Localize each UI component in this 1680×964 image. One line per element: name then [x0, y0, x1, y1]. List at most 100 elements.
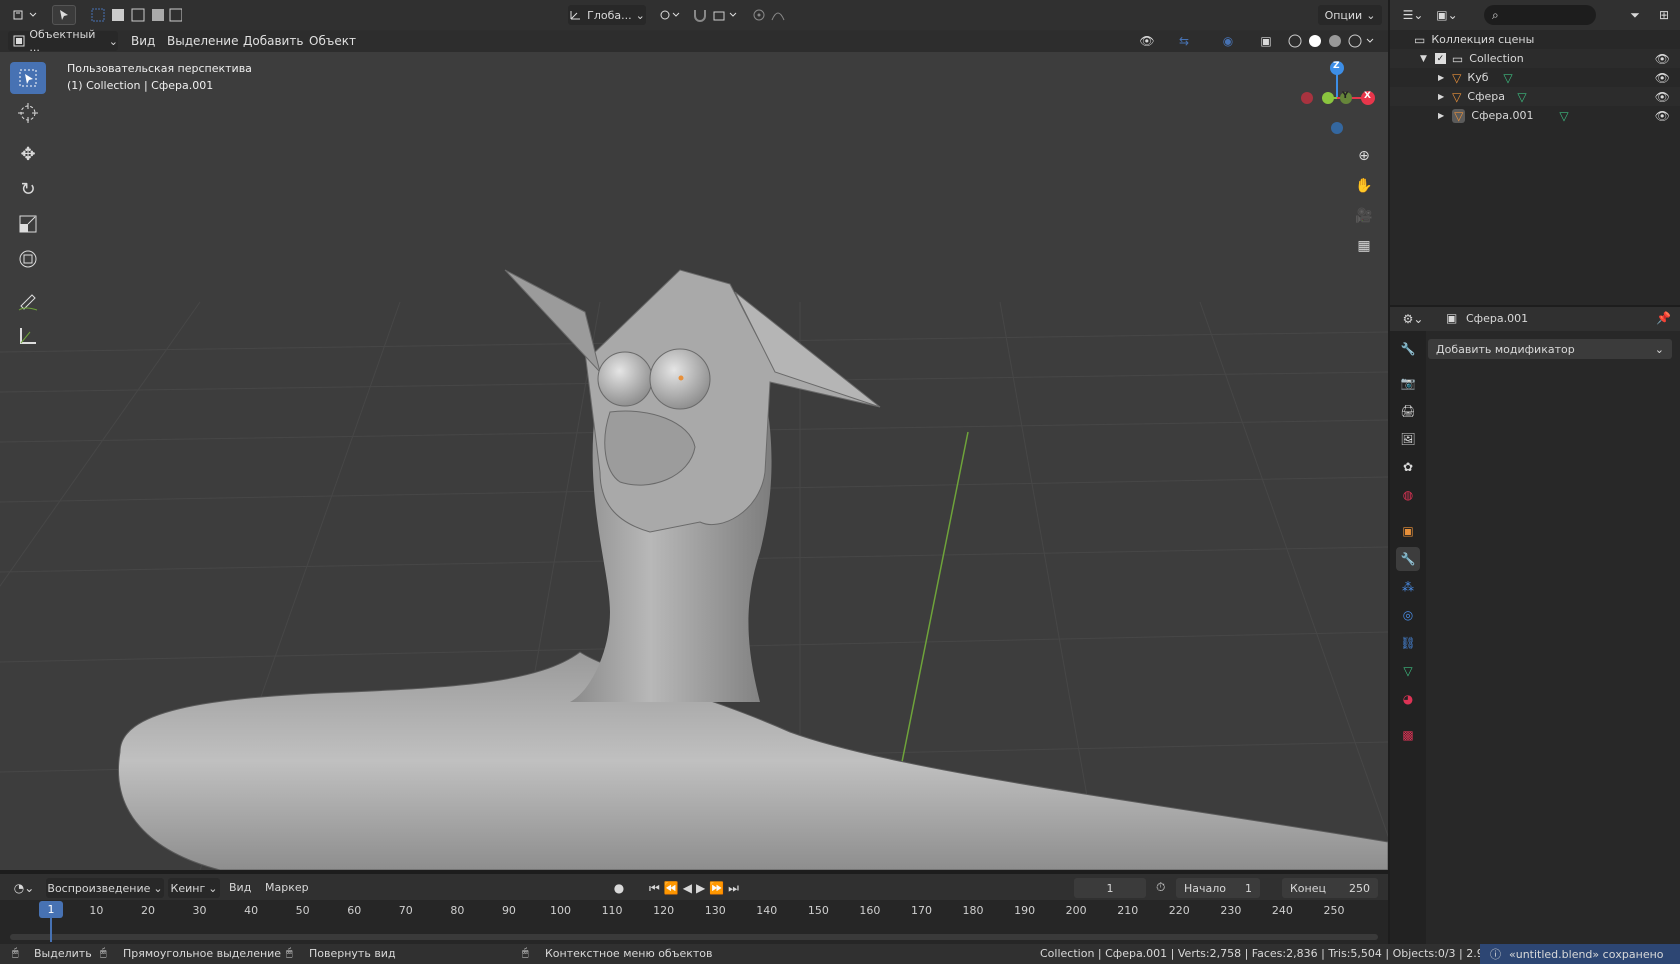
timeline-menu-view[interactable]: Вид: [229, 881, 251, 894]
menu-add[interactable]: Добавить: [243, 34, 303, 48]
end-frame-field[interactable]: Конец 250: [1282, 878, 1378, 898]
checkbox-icon[interactable]: ✓: [1434, 53, 1446, 64]
tab-modifiers[interactable]: 🔧: [1396, 547, 1420, 571]
tab-tool[interactable]: 🔧: [1396, 337, 1420, 361]
outliner-search[interactable]: ⌕: [1484, 5, 1596, 25]
tool-transform[interactable]: [10, 243, 46, 275]
tool-rotate[interactable]: ↻: [10, 173, 46, 205]
tool-annotate[interactable]: [10, 285, 46, 317]
xray-toggle[interactable]: ▣: [1256, 31, 1276, 51]
timeline-tick: 60: [347, 904, 362, 917]
eye-icon[interactable]: 👁: [1655, 52, 1670, 66]
orientation-label: Глоба...: [587, 8, 632, 22]
current-frame-field[interactable]: 1: [1074, 878, 1146, 898]
tool-move[interactable]: ✥: [10, 138, 46, 170]
outliner-item-sphere-001[interactable]: ▶ ▽ Сфера.001 ▽ 👁: [1390, 106, 1680, 125]
physics-icon: ◎: [1402, 608, 1414, 622]
stopwatch-icon[interactable]: ⏱: [1156, 880, 1165, 895]
ortho-toggle-button[interactable]: ▦: [1351, 233, 1377, 259]
navigation-gizmo[interactable]: Z Y X: [1290, 56, 1380, 136]
scene-statistics: Collection | Сфера.001 | Verts:2,758 | F…: [1040, 947, 1502, 960]
menu-view[interactable]: Вид: [131, 34, 155, 48]
display-mode-icon: ▣⌄: [1436, 8, 1458, 22]
outliner-item-sphere[interactable]: ▶ ▽ Сфера ▽ 👁: [1390, 87, 1680, 106]
timeline-menu-marker[interactable]: Маркер: [265, 881, 309, 894]
keying-menu[interactable]: Кеинг ⌄: [168, 878, 220, 898]
chevron-down-icon: ⌄: [153, 881, 163, 895]
outliner-item-cube[interactable]: ▶ ▽ Куб ▽ 👁: [1390, 68, 1680, 87]
timeline-tick: 50: [295, 904, 310, 917]
tab-particles[interactable]: ⁂: [1396, 575, 1420, 599]
timeline-tick: 120: [653, 904, 675, 917]
z-axis-label: Z: [1333, 61, 1340, 71]
status-bar: 🖱 Выделить 🖱 Прямоугольное выделение 🖱 П…: [0, 944, 1680, 964]
tab-object[interactable]: ▣: [1396, 519, 1420, 543]
scene-collection-row[interactable]: ▭ Коллекция сцены: [1390, 30, 1680, 49]
timeline-tick: 90: [501, 904, 516, 917]
tool-cursor[interactable]: [10, 97, 46, 129]
new-collection-button[interactable]: ⊞: [1654, 5, 1674, 25]
add-modifier-dropdown[interactable]: Добавить модификатор ⌄: [1428, 339, 1672, 359]
outliner-editor-type[interactable]: ☰⌄: [1398, 5, 1428, 25]
pin-icon[interactable]: 📌: [1656, 311, 1671, 325]
tab-render[interactable]: 📷: [1396, 371, 1420, 395]
tool-select-box[interactable]: [10, 62, 46, 94]
ruler-icon: [20, 328, 36, 344]
cursor-icon: [18, 103, 38, 123]
timeline-tick: 40: [244, 904, 259, 917]
tab-scene[interactable]: ✿: [1396, 455, 1420, 479]
snap-button[interactable]: [690, 5, 742, 25]
mesh-object-icon: ▽: [1452, 70, 1462, 85]
playhead[interactable]: 1: [39, 901, 63, 918]
start-frame-field[interactable]: Начало 1: [1176, 878, 1260, 898]
proportional-edit-button[interactable]: [750, 5, 796, 25]
info-icon: ⓘ: [1490, 948, 1501, 961]
tab-texture[interactable]: ▩: [1396, 723, 1420, 747]
mode-dropdown[interactable]: Объектный ... ⌄: [8, 28, 118, 54]
tab-physics[interactable]: ◎: [1396, 603, 1420, 627]
expand-arrow-icon: ▼: [1420, 53, 1427, 64]
left-eye: [597, 351, 653, 407]
display-mode-button[interactable]: ▣⌄: [1432, 5, 1462, 25]
menu-object[interactable]: Объект: [309, 34, 356, 48]
playback-menu[interactable]: Воспроизведение ⌄: [46, 878, 164, 898]
record-button[interactable]: ●: [608, 878, 630, 898]
timeline-editor-type[interactable]: ◔⌄: [8, 878, 40, 898]
eye-icon[interactable]: 👁: [1655, 109, 1670, 123]
tab-material[interactable]: ◕: [1396, 687, 1420, 711]
tab-constraints[interactable]: ⛓: [1396, 631, 1420, 655]
gizmo-toggle[interactable]: ⇆: [1166, 31, 1202, 51]
timeline-tick: 10: [89, 904, 104, 917]
zoom-button[interactable]: ⊕: [1351, 143, 1377, 169]
search-input[interactable]: [1502, 7, 1583, 23]
pivot-point-button[interactable]: [656, 5, 684, 25]
material-icon: ◕: [1402, 692, 1414, 706]
options-dropdown[interactable]: Опции ⌄: [1318, 5, 1382, 25]
properties-editor-type[interactable]: ⚙⌄: [1398, 309, 1428, 329]
editor-type-button[interactable]: [8, 5, 42, 25]
select-mode-buttons[interactable]: [88, 5, 184, 25]
pan-button[interactable]: ✋: [1351, 173, 1377, 199]
collection-row[interactable]: ▼ ✓ ▭ Collection 👁: [1390, 49, 1680, 68]
timeline-scrollbar[interactable]: [10, 934, 1378, 940]
tool-scale[interactable]: [10, 208, 46, 240]
menu-select[interactable]: Выделение: [167, 34, 238, 48]
select-tool-button[interactable]: [52, 5, 76, 25]
tab-world[interactable]: ◍: [1396, 483, 1420, 507]
visibility-toggle[interactable]: 👁: [1132, 31, 1162, 51]
item-label: Куб: [1467, 71, 1489, 84]
3d-viewport[interactable]: Пользовательская перспектива (1) Collect…: [0, 52, 1388, 870]
tab-output[interactable]: 🖨: [1396, 399, 1420, 423]
shading-buttons[interactable]: [1284, 31, 1380, 51]
playback-controls[interactable]: ⏮⏪◀▶⏩⏭: [636, 878, 756, 898]
tool-measure[interactable]: [10, 320, 46, 352]
eye-icon[interactable]: 👁: [1655, 71, 1670, 85]
camera-view-button[interactable]: 🎥: [1351, 203, 1377, 229]
filter-button[interactable]: ⏷: [1620, 5, 1650, 25]
overlay-toggle[interactable]: ◉: [1210, 31, 1246, 51]
eye-icon[interactable]: 👁: [1655, 90, 1670, 104]
transform-orientation-dropdown[interactable]: Глоба... ⌄: [568, 5, 646, 25]
tab-data[interactable]: ▽: [1396, 659, 1420, 683]
collection-label: (1) Collection | Сфера.001: [67, 79, 214, 92]
tab-view-layer[interactable]: 🖼: [1396, 427, 1420, 451]
